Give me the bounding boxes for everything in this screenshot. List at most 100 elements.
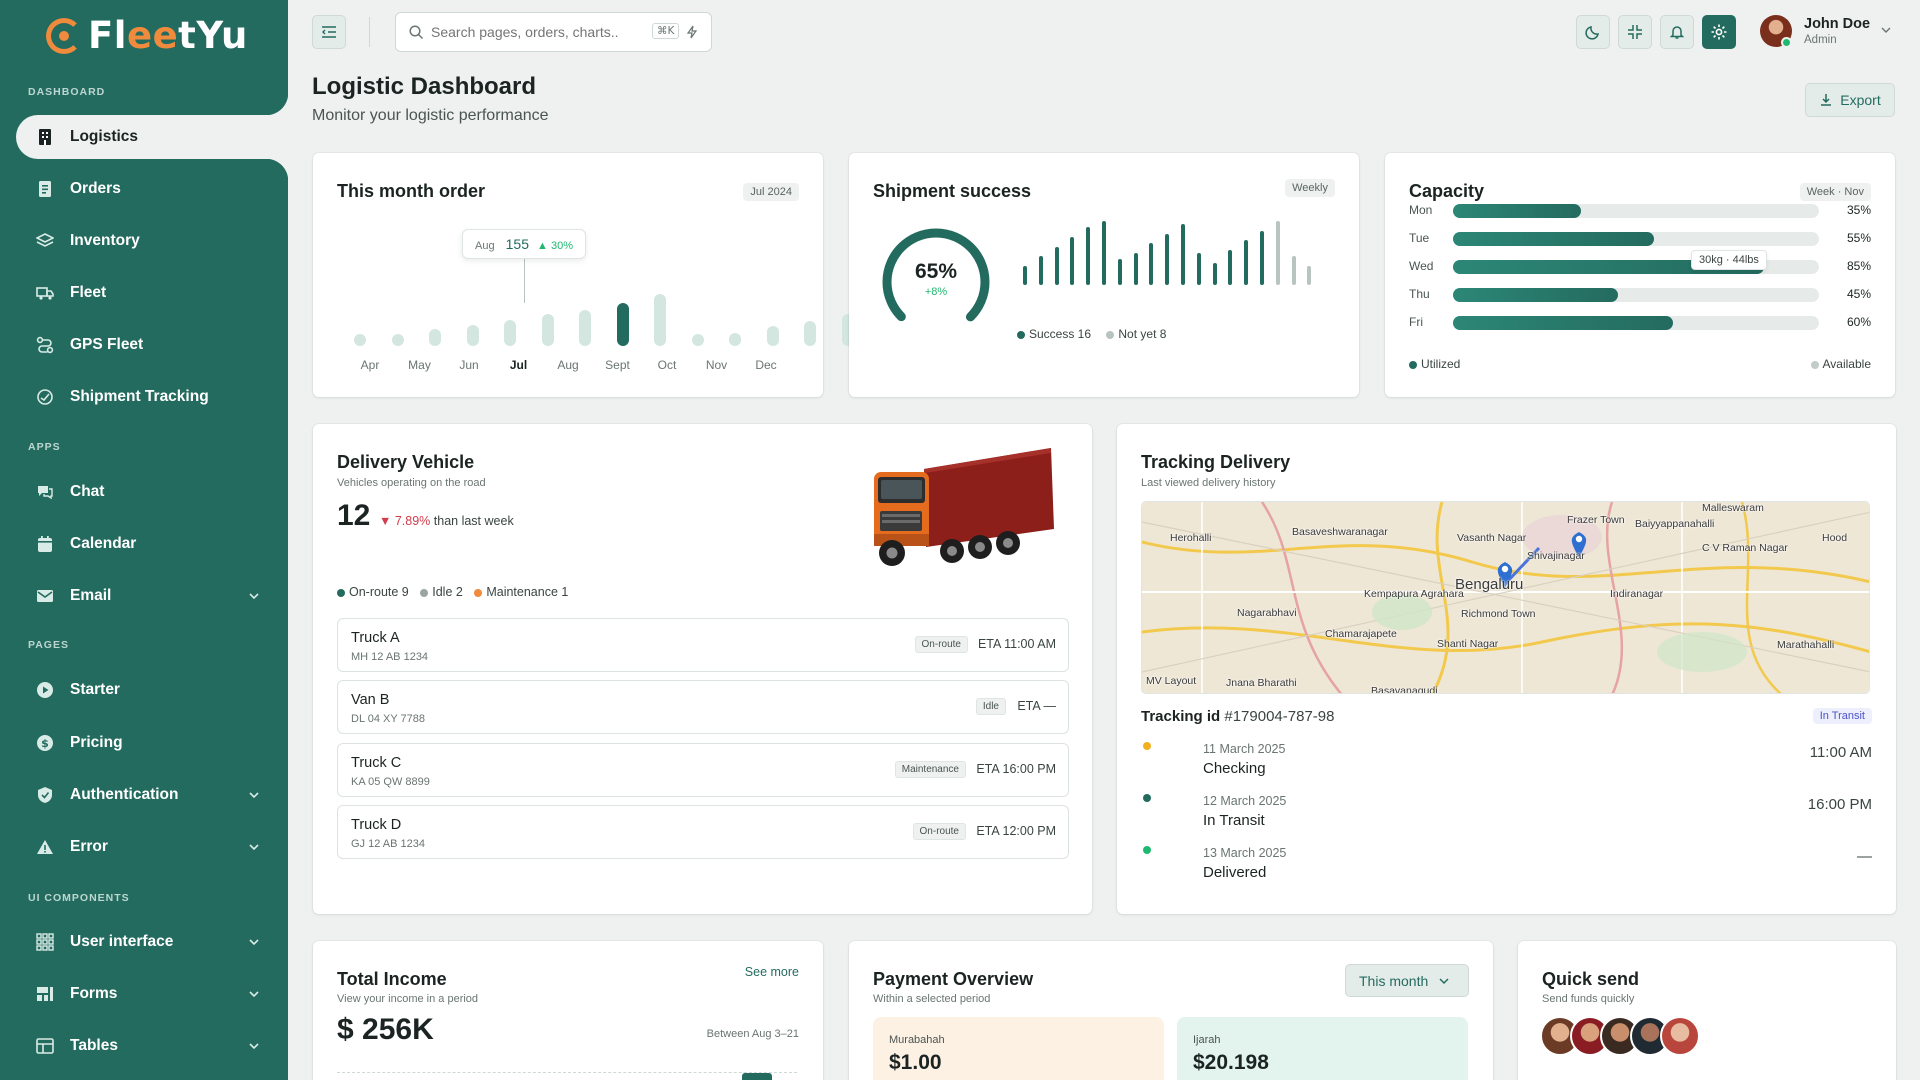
shipment-bar	[1070, 237, 1075, 285]
shipment-bar	[1086, 227, 1091, 285]
capacity-percent: 85%	[1846, 259, 1871, 273]
user-name[interactable]: John Doe	[1804, 16, 1870, 32]
chat-icon	[36, 483, 54, 501]
order-bar	[579, 310, 591, 346]
legend-utilized-label: Utilized	[1421, 357, 1461, 371]
map-label: Shanti Nagar	[1437, 638, 1499, 650]
vehicle-eta: ETA 11:00 AM	[977, 637, 1056, 651]
sidebar-item-shipment-tracking[interactable]: Shipment Tracking	[16, 375, 288, 419]
order-bar	[766, 326, 779, 346]
search-box[interactable]: ⌘K	[395, 12, 712, 52]
vehicle-name: Van B	[351, 692, 390, 708]
online-status-dot	[1781, 37, 1792, 48]
sidebar-item-chat[interactable]: Chat	[16, 470, 288, 514]
sidebar-item-label: Forms	[70, 985, 118, 1002]
status-badge: On-route	[914, 636, 968, 653]
x-axis-label: May	[408, 358, 431, 372]
calendar-icon	[36, 535, 54, 553]
chevron-down-icon[interactable]	[1880, 24, 1892, 36]
map-label: Richmond Town	[1461, 608, 1536, 620]
x-axis-label: Dec	[755, 358, 777, 372]
search-input[interactable]	[431, 22, 631, 42]
legend-idle: Idle 2	[432, 585, 463, 599]
order-bar	[616, 303, 629, 346]
table-row[interactable]: Van B DL 04 XY 7788 Idle ETA —	[337, 680, 1069, 734]
card-subtitle: View your income in a period	[337, 993, 479, 1005]
capacity-tooltip: 30kg · 44lbs	[1691, 250, 1767, 270]
brand-logo[interactable]: Fl ee tYu	[46, 14, 248, 57]
theme-toggle-button[interactable]	[1576, 15, 1610, 49]
mail-icon	[36, 587, 54, 605]
table-row[interactable]: Truck D GJ 12 AB 1234 On-route ETA 12:00…	[337, 805, 1069, 859]
legend-available: Available	[1810, 357, 1871, 371]
settings-button[interactable]	[1702, 15, 1736, 49]
sidebar-item-label: Authentication	[70, 786, 179, 803]
delivery-map[interactable]: Malleswaram Herohalli Basaveshwaranagar Vas…	[1141, 501, 1870, 694]
tracking-delivery-card: Tracking Delivery Last viewed delivery h…	[1117, 424, 1896, 914]
table-row[interactable]: Truck C KA 05 QW 8899 Maintenance ETA 16…	[337, 743, 1069, 797]
vehicle-eta: ETA 12:00 PM	[976, 824, 1056, 838]
timeline-time: 11:00 AM	[1809, 744, 1872, 761]
map-label: MV Layout	[1146, 675, 1197, 687]
sidebar-item-error[interactable]: Error	[16, 825, 288, 869]
bell-icon	[1669, 26, 1685, 39]
vehicle-legend: On-route 9 Idle 2 Maintenance 1	[337, 585, 568, 599]
chevron-down-icon	[1439, 977, 1449, 984]
table-row[interactable]: Truck A MH 12 AB 1234 On-route ETA 11:00…	[337, 618, 1069, 672]
sidebar-item-logistics[interactable]: Logistics	[16, 93, 288, 181]
export-button[interactable]: Export	[1805, 83, 1895, 117]
brand-name-suffix: tYu	[178, 14, 248, 57]
period-select[interactable]: This month	[1345, 964, 1469, 997]
form-icon	[36, 985, 54, 1003]
status-badge: Maintenance	[894, 761, 966, 778]
gauge-delta: +8%	[924, 286, 948, 298]
legend-not-yet: Not yet 8	[1118, 327, 1167, 341]
sidebar-item-gps-fleet[interactable]: GPS Fleet	[16, 323, 288, 367]
timeline-dot	[1143, 742, 1151, 750]
sidebar-item-orders[interactable]: Orders	[16, 167, 288, 211]
capacity-day-label: Mon	[1409, 203, 1433, 217]
sidebar-item-tables[interactable]: Tables	[16, 1024, 288, 1068]
order-bar	[804, 321, 816, 346]
moon-icon	[1585, 26, 1599, 40]
legend-maintenance: Maintenance 1	[486, 585, 569, 599]
order-bar	[504, 320, 516, 346]
sidebar-item-fleet[interactable]: Fleet	[16, 271, 288, 315]
shipment-bar	[1291, 256, 1296, 285]
chart-tooltip: Aug 155 ▲ 30%	[461, 229, 587, 259]
vehicle-name: Truck C	[351, 755, 402, 771]
sidebar-item-user-interface[interactable]: User interface	[16, 920, 288, 964]
legend-dot	[337, 588, 345, 597]
vehicle-change: ▼ 7.89% than last week	[379, 514, 514, 528]
timeline-status: Delivered	[1203, 864, 1267, 881]
shipment-bar	[1307, 266, 1312, 285]
order-bar	[541, 314, 554, 346]
sidebar-item-email[interactable]: Email	[16, 574, 288, 618]
sidebar-item-starter[interactable]: Starter	[16, 668, 288, 712]
card-subtitle: Last viewed delivery history	[1141, 477, 1276, 489]
shipment-bar	[1244, 240, 1249, 285]
capacity-card: Capacity Week · Nov Mon 35% Tue 55% Wed 85% Th…	[1385, 153, 1895, 397]
page-title: Logistic Dashboard	[312, 73, 537, 100]
sidebar-item-forms[interactable]: Forms	[16, 972, 288, 1016]
vehicle-plate: MH 12 AB 1234	[351, 651, 429, 663]
order-bar	[691, 334, 704, 346]
legend-success: Success 16	[1029, 327, 1092, 341]
avatar[interactable]	[1660, 1016, 1700, 1056]
payment-box-murabahah: Murabahah $1.00	[873, 1017, 1164, 1080]
status-badge: In Transit	[1812, 708, 1872, 724]
sidebar-item-calendar[interactable]: Calendar	[16, 522, 288, 566]
sidebar-item-inventory[interactable]: Inventory	[16, 219, 288, 263]
see-more-link[interactable]: See more	[745, 965, 799, 979]
shipment-bar	[1133, 253, 1138, 285]
fullscreen-button[interactable]	[1618, 15, 1652, 49]
timeline-date: 13 March 2025	[1203, 846, 1287, 860]
sidebar-toggle-button[interactable]	[312, 15, 346, 49]
sidebar-item-pricing[interactable]: $ Pricing	[16, 721, 288, 765]
page-subtitle: Monitor your logistic performance	[312, 107, 549, 124]
capacity-fill	[1453, 288, 1618, 302]
sidebar-item-authentication[interactable]: Authentication	[16, 773, 288, 817]
shipment-bar	[1275, 221, 1280, 285]
notifications-button[interactable]	[1660, 15, 1694, 49]
map-label: Basavanagudi	[1371, 685, 1438, 694]
